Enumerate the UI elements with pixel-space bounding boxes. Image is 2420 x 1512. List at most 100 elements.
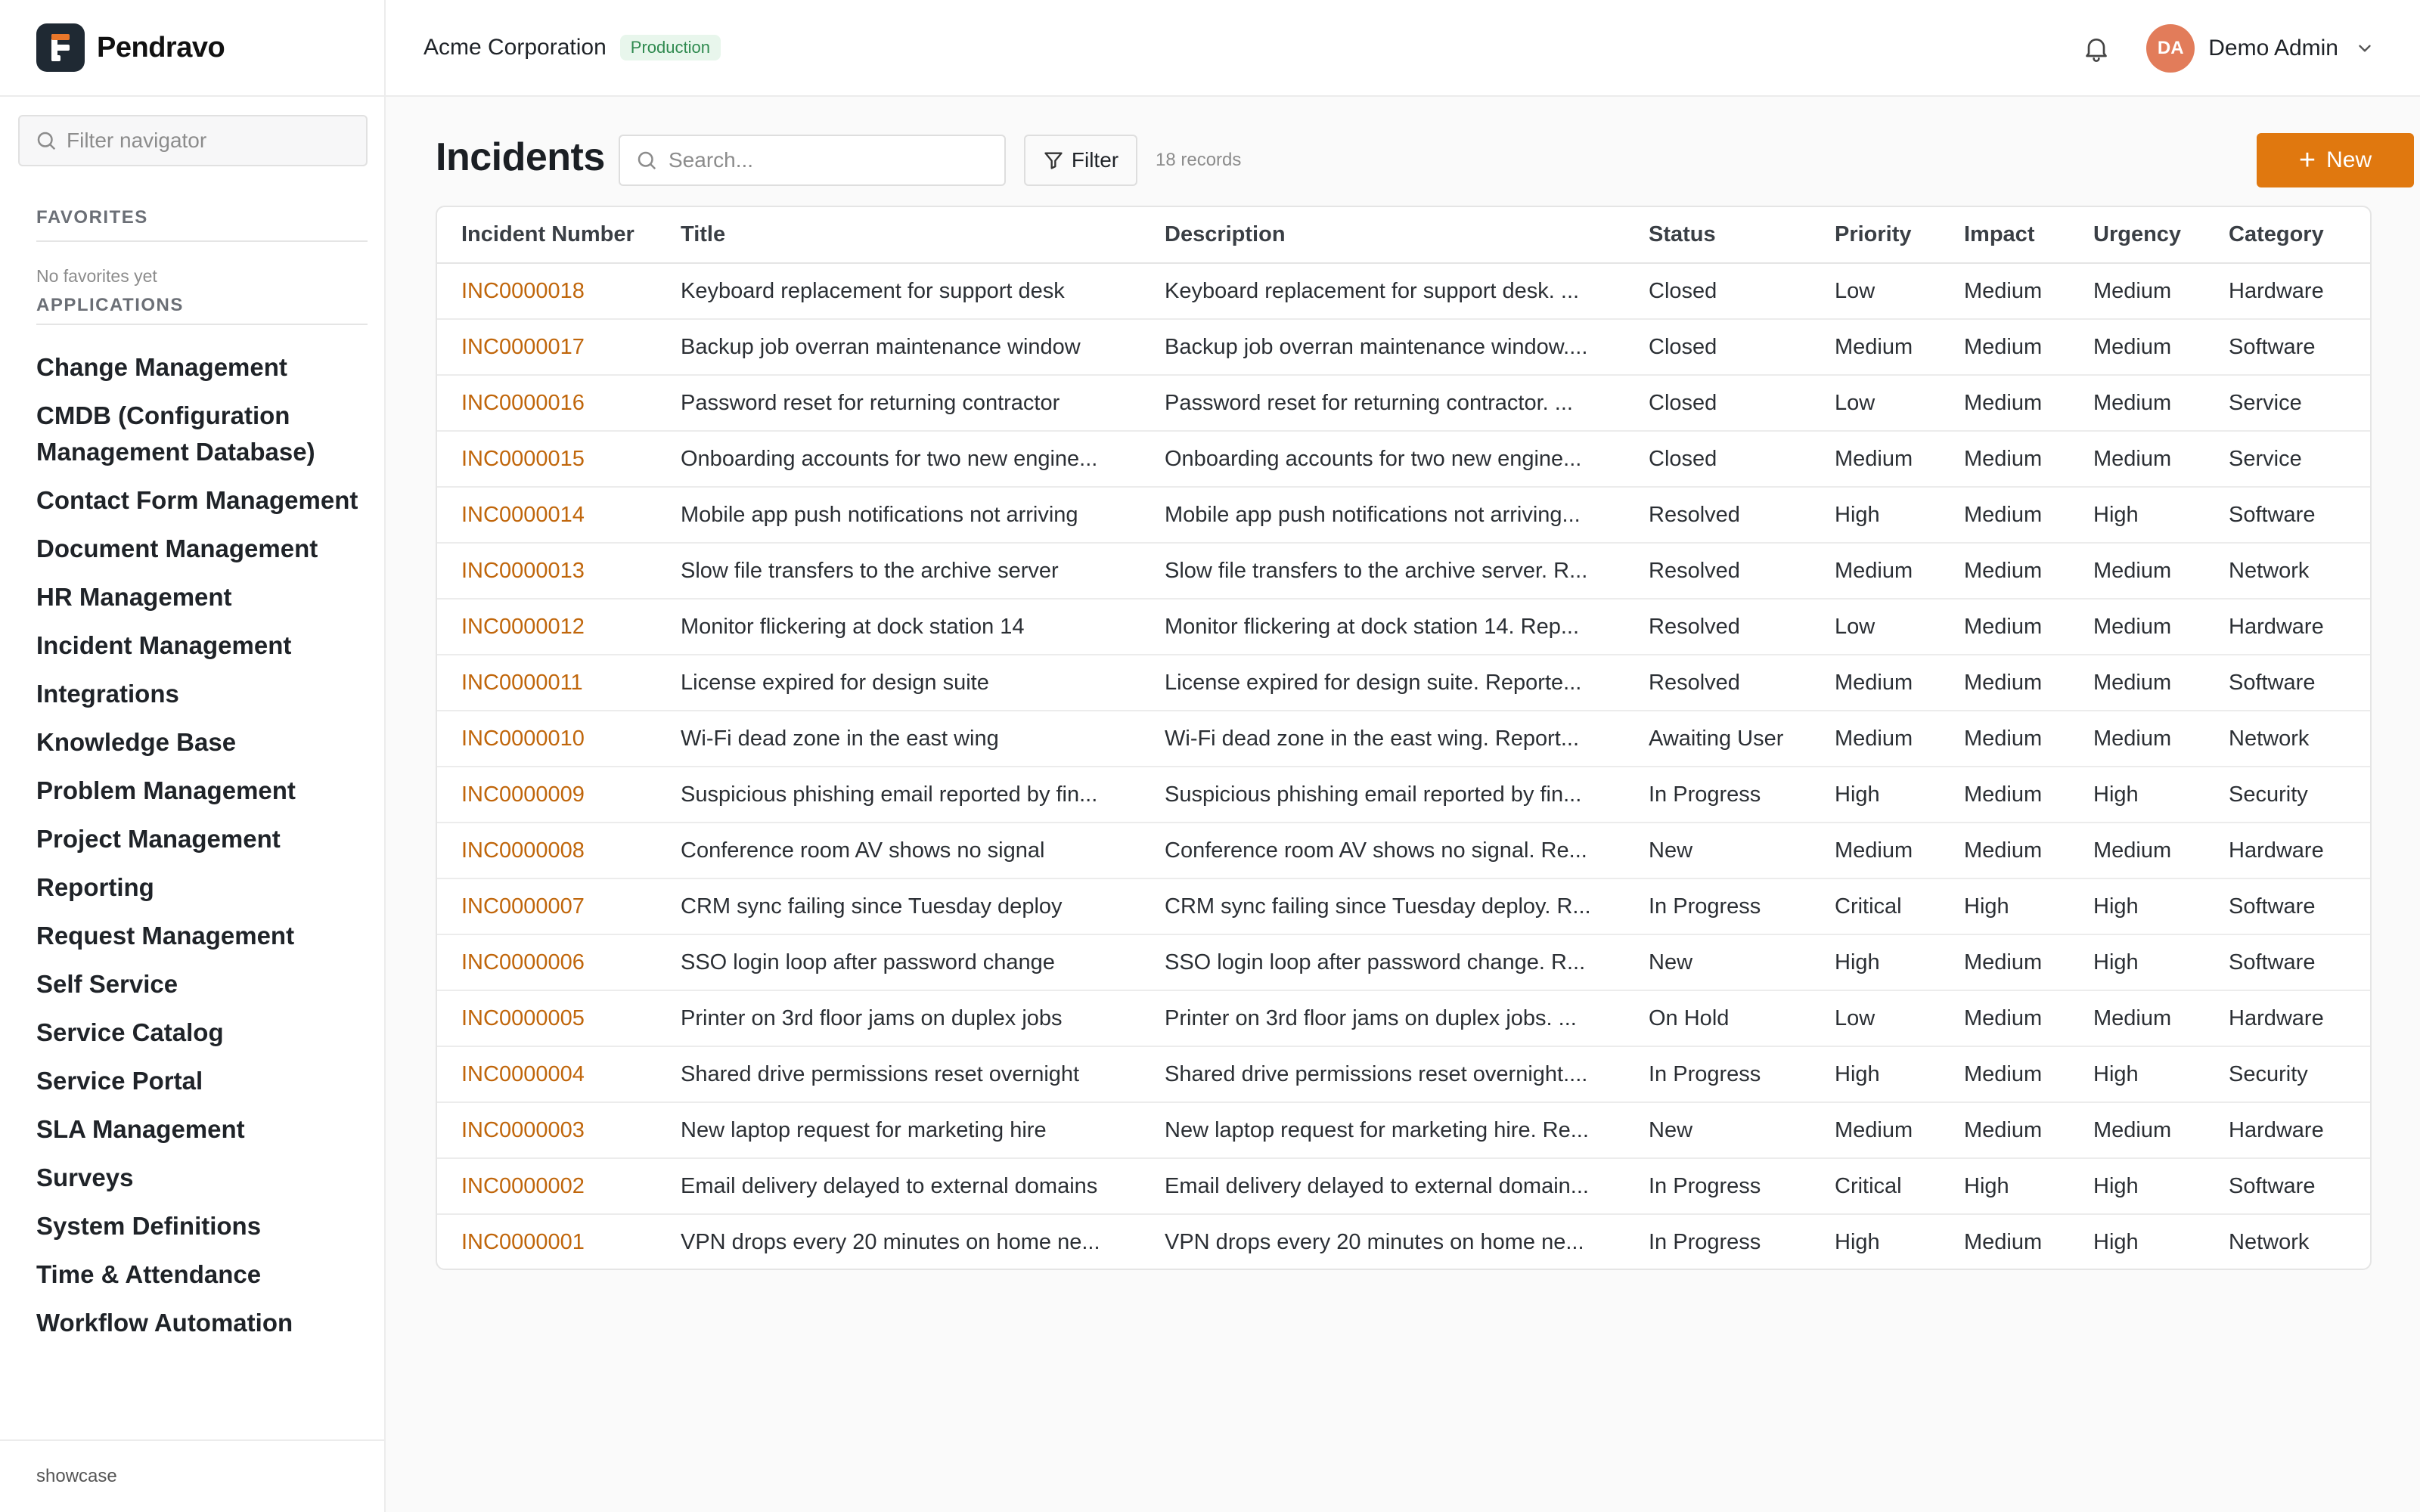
sidebar-item-integrations[interactable]: Integrations xyxy=(36,676,369,712)
incident-number-link[interactable]: INC0000013 xyxy=(461,559,585,583)
incident-number-link[interactable]: INC0000005 xyxy=(461,1006,585,1030)
table-row[interactable]: INC0000010 Wi-Fi dead zone in the east wi… xyxy=(437,711,2370,767)
sidebar-item-hr-management[interactable]: HR Management xyxy=(36,579,369,615)
column-header-title[interactable]: Title xyxy=(656,207,1140,264)
incidents-table: Incident Number Title Description Status Pri… xyxy=(436,206,2372,1270)
incident-number-link[interactable]: INC0000017 xyxy=(461,335,585,359)
cell-description: Backup job overran maintenance window...… xyxy=(1140,319,1624,376)
cell-impact: Medium xyxy=(1940,543,2069,600)
table-row[interactable]: INC0000016 Password reset for returning c… xyxy=(437,375,2370,432)
table-row[interactable]: INC0000001 VPN drops every 20 minutes on … xyxy=(437,1214,2370,1269)
incident-number-link[interactable]: INC0000001 xyxy=(461,1230,585,1254)
divider xyxy=(36,240,368,242)
incident-number-link[interactable]: INC0000007 xyxy=(461,894,585,919)
nav-filter-field[interactable] xyxy=(18,115,368,166)
table-row[interactable]: INC0000007 CRM sync failing since Tuesday… xyxy=(437,878,2370,935)
cell-status: Resolved xyxy=(1624,543,1810,600)
column-header-status[interactable]: Status xyxy=(1624,207,1810,264)
cell-priority: Critical xyxy=(1810,878,1940,935)
incident-number-link[interactable]: INC0000015 xyxy=(461,447,585,471)
cell-incident-number: INC0000014 xyxy=(437,487,656,544)
sidebar-item-incident-management[interactable]: Incident Management xyxy=(36,627,369,664)
table-row[interactable]: INC0000013 Slow file transfers to the arc… xyxy=(437,543,2370,600)
filter-button[interactable]: Filter xyxy=(1024,135,1137,186)
cell-description: Wi-Fi dead zone in the east wing. Report… xyxy=(1140,711,1624,767)
cell-priority: Critical xyxy=(1810,1158,1940,1215)
table-row[interactable]: INC0000014 Mobile app push notifications … xyxy=(437,487,2370,544)
new-incident-button[interactable]: + New xyxy=(2257,133,2414,187)
column-header-category[interactable]: Category xyxy=(2204,207,2370,264)
table-row[interactable]: INC0000015 Onboarding accounts for two ne… xyxy=(437,431,2370,488)
sidebar-item-knowledge-base[interactable]: Knowledge Base xyxy=(36,724,369,761)
incident-number-link[interactable]: INC0000009 xyxy=(461,782,585,807)
incident-number-link[interactable]: INC0000003 xyxy=(461,1118,585,1142)
cell-title: Printer on 3rd floor jams on duplex jobs xyxy=(656,990,1140,1047)
table-row[interactable]: INC0000006 SSO login loop after password … xyxy=(437,934,2370,991)
table-row[interactable]: INC0000003 New laptop request for marketi… xyxy=(437,1102,2370,1159)
sidebar-item-system-definitions[interactable]: System Definitions xyxy=(36,1208,369,1244)
sidebar-item-service-portal[interactable]: Service Portal xyxy=(36,1063,369,1099)
incident-number-link[interactable]: INC0000018 xyxy=(461,279,585,303)
sidebar-item-self-service[interactable]: Self Service xyxy=(36,966,369,1002)
table-row[interactable]: INC0000005 Printer on 3rd floor jams on d… xyxy=(437,990,2370,1047)
incident-number-link[interactable]: INC0000010 xyxy=(461,727,585,751)
bell-icon[interactable] xyxy=(2081,33,2111,64)
search-field[interactable] xyxy=(619,135,1006,186)
incident-number-link[interactable]: INC0000004 xyxy=(461,1062,585,1086)
sidebar-item-reporting[interactable]: Reporting xyxy=(36,869,369,906)
sidebar-item-service-catalog[interactable]: Service Catalog xyxy=(36,1015,369,1051)
cell-urgency: High xyxy=(2069,487,2204,544)
page-title: Incidents xyxy=(436,135,605,179)
table-row[interactable]: INC0000008 Conference room AV shows no si… xyxy=(437,823,2370,879)
sidebar-item-sla-management[interactable]: SLA Management xyxy=(36,1111,369,1148)
cell-category: Software xyxy=(2204,487,2370,544)
incident-number-link[interactable]: INC0000002 xyxy=(461,1174,585,1198)
sidebar-item-cmdb[interactable]: CMDB (Configuration Management Database) xyxy=(36,398,369,470)
table-row[interactable]: INC0000018 Keyboard replacement for suppo… xyxy=(437,263,2370,320)
incident-number-link[interactable]: INC0000014 xyxy=(461,503,585,527)
incident-number-link[interactable]: INC0000011 xyxy=(461,671,583,695)
table-row[interactable]: INC0000017 Backup job overran maintenance… xyxy=(437,319,2370,376)
sidebar-item-surveys[interactable]: Surveys xyxy=(36,1160,369,1196)
cell-category: Security xyxy=(2204,767,2370,823)
table-row[interactable]: INC0000011 License expired for design sui… xyxy=(437,655,2370,711)
cell-description: New laptop request for marketing hire. R… xyxy=(1140,1102,1624,1159)
sidebar-item-time-attendance[interactable]: Time & Attendance xyxy=(36,1256,369,1293)
brand[interactable]: Pendravo xyxy=(0,0,384,97)
cell-urgency: High xyxy=(2069,767,2204,823)
incident-number-link[interactable]: INC0000012 xyxy=(461,615,585,639)
sidebar-item-contact-form-management[interactable]: Contact Form Management xyxy=(36,482,369,519)
cell-urgency: High xyxy=(2069,1046,2204,1103)
sidebar-item-document-management[interactable]: Document Management xyxy=(36,531,369,567)
sidebar-item-workflow-automation[interactable]: Workflow Automation xyxy=(36,1305,369,1341)
avatar[interactable]: DA xyxy=(2146,24,2195,73)
user-name[interactable]: Demo Admin xyxy=(2208,36,2338,61)
table-row[interactable]: INC0000009 Suspicious phishing email repo… xyxy=(437,767,2370,823)
search-input[interactable] xyxy=(669,148,986,172)
table-row[interactable]: INC0000002 Email delivery delayed to exte… xyxy=(437,1158,2370,1215)
sidebar-item-change-management[interactable]: Change Management xyxy=(36,349,369,386)
cell-incident-number: INC0000012 xyxy=(437,599,656,655)
column-header-urgency[interactable]: Urgency xyxy=(2069,207,2204,264)
column-header-impact[interactable]: Impact xyxy=(1940,207,2069,264)
cell-category: Hardware xyxy=(2204,263,2370,320)
cell-title: Mobile app push notifications not arrivi… xyxy=(656,487,1140,544)
table-row[interactable]: INC0000004 Shared drive permissions reset… xyxy=(437,1046,2370,1103)
column-header-description[interactable]: Description xyxy=(1140,207,1624,264)
sidebar-item-problem-management[interactable]: Problem Management xyxy=(36,773,369,809)
cell-title: Wi-Fi dead zone in the east wing xyxy=(656,711,1140,767)
incident-number-link[interactable]: INC0000008 xyxy=(461,838,585,863)
organization-name[interactable]: Acme Corporation xyxy=(424,35,607,60)
nav-filter-input[interactable] xyxy=(67,129,354,153)
cell-urgency: Medium xyxy=(2069,711,2204,767)
sidebar-item-project-management[interactable]: Project Management xyxy=(36,821,369,857)
chevron-down-icon[interactable] xyxy=(2355,39,2375,58)
incident-number-link[interactable]: INC0000006 xyxy=(461,950,585,974)
cell-category: Network xyxy=(2204,543,2370,600)
sidebar-item-request-management[interactable]: Request Management xyxy=(36,918,369,954)
incident-number-link[interactable]: INC0000016 xyxy=(461,391,585,415)
column-header-incident-number[interactable]: Incident Number xyxy=(437,207,656,264)
table-row[interactable]: INC0000012 Monitor flickering at dock sta… xyxy=(437,599,2370,655)
cell-title: Monitor flickering at dock station 14 xyxy=(656,599,1140,655)
column-header-priority[interactable]: Priority xyxy=(1810,207,1940,264)
